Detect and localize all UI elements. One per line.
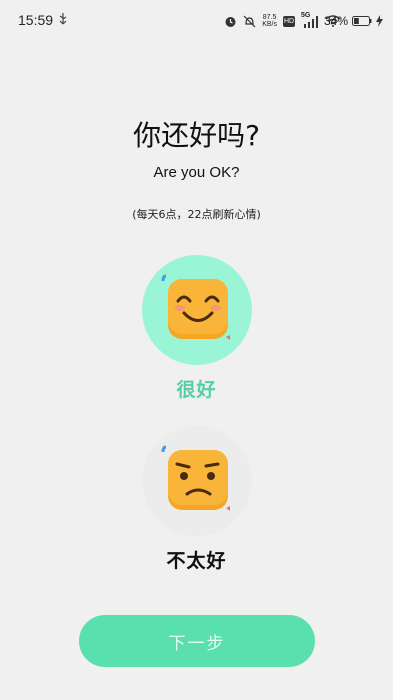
frowning-face-icon: [161, 445, 230, 511]
mood-option-bad[interactable]: 不太好: [0, 426, 393, 573]
usb-icon: [59, 13, 67, 25]
page-subtitle: Are you OK?: [153, 164, 240, 181]
hd-badge: HD: [283, 15, 295, 27]
mood-circle-unselected[interactable]: [141, 426, 252, 536]
mood-label-good: 很好: [176, 379, 217, 401]
next-step-button[interactable]: 下一步: [79, 615, 315, 667]
net-speed: 87.5 KB/s: [262, 14, 277, 28]
alarm-icon: [225, 16, 236, 27]
charging-icon: [376, 15, 383, 27]
mood-option-good[interactable]: 很好: [0, 255, 393, 402]
smiling-face-icon: [161, 274, 230, 340]
notification-mute-icon: [243, 15, 256, 27]
battery-group: 34%: [324, 14, 383, 28]
mood-circle-selected[interactable]: [141, 255, 252, 365]
refresh-hint: (每天6点，22点刷新心情): [132, 208, 261, 221]
battery-icon: [352, 16, 372, 26]
status-time: 15:59: [18, 12, 54, 28]
cellular-signal: 5G: [301, 12, 319, 28]
status-bar: 15:59 87.5 KB/s HD 5G 34%: [0, 0, 393, 44]
battery-percent: 34%: [323, 14, 348, 28]
mood-label-bad: 不太好: [166, 550, 227, 572]
page-title: 你还好吗?: [133, 119, 260, 152]
net-speed-value: 87.5: [262, 14, 277, 21]
net-speed-unit: KB/s: [262, 21, 277, 28]
signal-icon: [304, 15, 318, 28]
